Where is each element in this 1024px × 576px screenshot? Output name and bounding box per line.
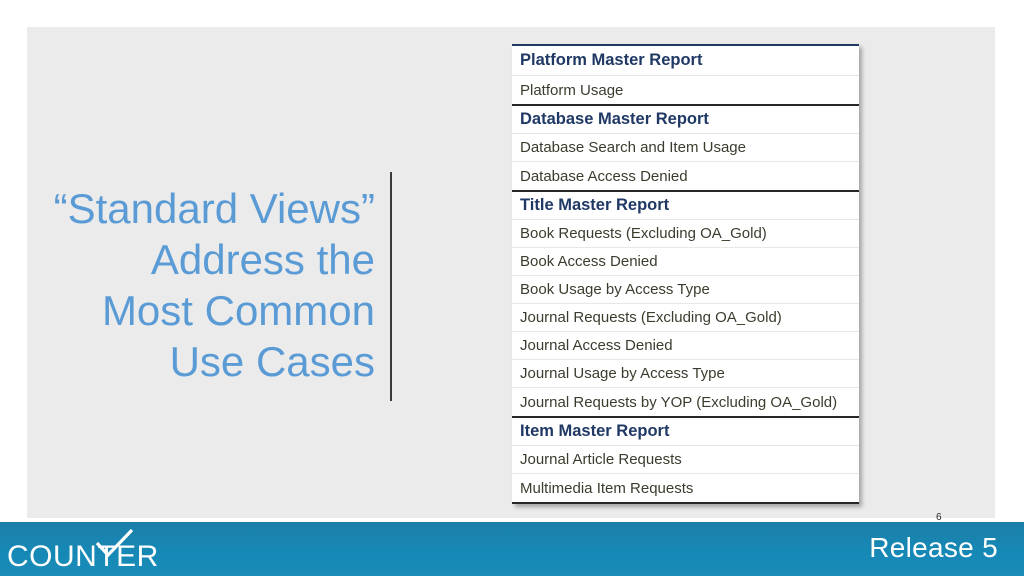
report-row: Book Access Denied	[512, 248, 859, 276]
report-row: Database Access Denied	[512, 162, 859, 190]
report-row: Journal Article Requests	[512, 446, 859, 474]
footer-bar: COUNTER Release 5	[0, 522, 1024, 576]
slide: “Standard Views” Address the Most Common…	[0, 0, 1024, 576]
report-row: Journal Usage by Access Type	[512, 360, 859, 388]
report-row: Multimedia Item Requests	[512, 474, 859, 502]
page-title: “Standard Views” Address the Most Common…	[53, 185, 375, 385]
report-row: Journal Requests by YOP (Excluding OA_Go…	[512, 388, 859, 416]
counter-logo-text: COUNTER	[7, 540, 159, 573]
report-row: Journal Access Denied	[512, 332, 859, 360]
release-label: Release 5	[869, 532, 998, 563]
report-row: Database Search and Item Usage	[512, 134, 859, 162]
vertical-divider	[390, 172, 392, 401]
report-table: Platform Master Report Platform Usage Data…	[512, 44, 859, 504]
counter-logo: COUNTER	[7, 528, 159, 574]
report-row: Book Requests (Excluding OA_Gold)	[512, 220, 859, 248]
report-group-header: Title Master Report	[512, 190, 859, 220]
report-group-header: Database Master Report	[512, 104, 859, 134]
report-row: Platform Usage	[512, 76, 859, 104]
report-row: Book Usage by Access Type	[512, 276, 859, 304]
report-row: Journal Requests (Excluding OA_Gold)	[512, 304, 859, 332]
report-group-header: Item Master Report	[512, 416, 859, 446]
report-group-header: Platform Master Report	[512, 46, 859, 76]
